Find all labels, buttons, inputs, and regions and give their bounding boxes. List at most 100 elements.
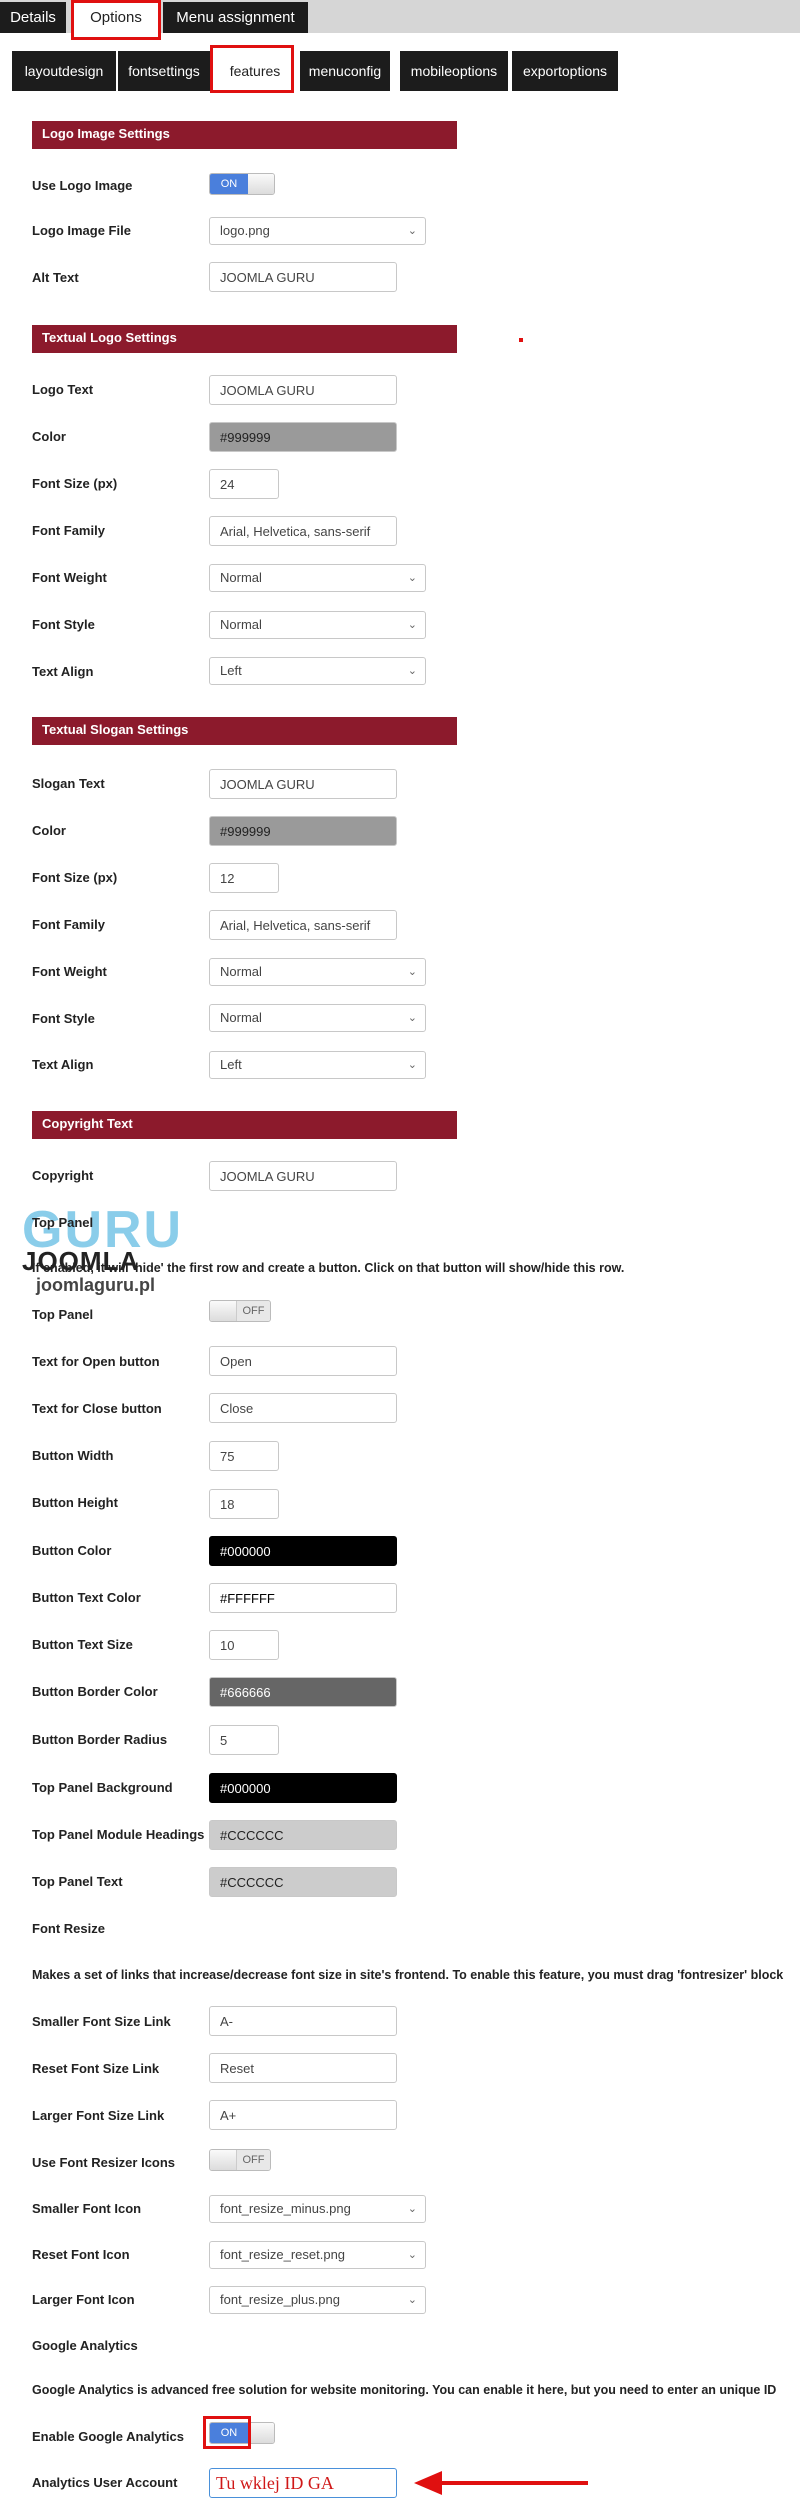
slogan-text-align-label: Text Align	[32, 1057, 94, 1072]
button-text-size-input[interactable]	[209, 1630, 279, 1660]
tab-options[interactable]: Options	[71, 2, 161, 33]
button-border-color-input[interactable]	[209, 1677, 397, 1707]
enable-google-analytics-toggle[interactable]: ON	[209, 2422, 275, 2444]
logo-file-select[interactable]: logo.png ⌄	[209, 217, 426, 245]
button-border-radius-input[interactable]	[209, 1725, 279, 1755]
reset-font-link-input[interactable]	[209, 2053, 397, 2083]
logo-color-input[interactable]	[209, 422, 397, 452]
slogan-font-size-label: Font Size (px)	[32, 870, 118, 885]
font-resizer-icons-label: Use Font Resizer Icons	[32, 2155, 176, 2170]
chevron-down-icon: ⌄	[407, 225, 417, 237]
button-color-label: Button Color	[32, 1543, 112, 1558]
slogan-font-weight-value: Normal	[220, 964, 262, 979]
toggle-off-state: OFF	[236, 1301, 270, 1321]
subtab-exportoptions[interactable]: exportoptions	[512, 51, 618, 91]
close-button-text-input[interactable]	[209, 1393, 397, 1423]
logo-font-size-input[interactable]	[209, 469, 279, 499]
button-border-radius-label: Button Border Radius	[32, 1732, 168, 1747]
logo-font-weight-select[interactable]: Normal ⌄	[209, 564, 426, 592]
logo-text-align-label: Text Align	[32, 664, 94, 679]
smaller-font-icon-value: font_resize_minus.png	[220, 2201, 351, 2216]
tab-menu-assignment[interactable]: Menu assignment	[163, 2, 308, 33]
reset-font-icon-select[interactable]: font_resize_reset.png ⌄	[209, 2241, 426, 2269]
larger-font-icon-value: font_resize_plus.png	[220, 2292, 340, 2307]
logo-text-align-select[interactable]: Left ⌄	[209, 657, 426, 685]
button-text-color-input[interactable]	[209, 1583, 397, 1613]
top-panel-background-input[interactable]	[209, 1773, 397, 1803]
logo-font-family-label: Font Family	[32, 523, 105, 538]
analytics-account-input[interactable]: Tu wklej ID GA	[209, 2468, 397, 2498]
slogan-font-family-input[interactable]	[209, 910, 397, 940]
logo-color-label: Color	[32, 429, 66, 444]
subtab-fontsettings[interactable]: fontsettings	[118, 51, 210, 91]
tab-details[interactable]: Details	[0, 2, 66, 33]
toggle-knob	[210, 1301, 238, 1321]
toggle-on-state: ON	[210, 174, 248, 194]
alt-text-input[interactable]	[209, 262, 397, 292]
smaller-font-link-label: Smaller Font Size Link	[32, 2014, 171, 2029]
larger-font-icon-select[interactable]: font_resize_plus.png ⌄	[209, 2286, 426, 2314]
subtab-layoutdesign[interactable]: layoutdesign	[12, 51, 116, 91]
logo-file-value: logo.png	[220, 223, 270, 238]
top-panel-toggle-label: Top Panel	[32, 1307, 94, 1322]
logo-font-style-label: Font Style	[32, 617, 95, 632]
button-color-input[interactable]	[209, 1536, 397, 1566]
toggle-knob	[248, 2423, 274, 2443]
slogan-text-align-value: Left	[220, 1057, 242, 1072]
top-panel-toggle[interactable]: OFF	[209, 1300, 271, 1322]
slogan-font-weight-select[interactable]: Normal ⌄	[209, 958, 426, 986]
smaller-font-link-input[interactable]	[209, 2006, 397, 2036]
chevron-down-icon: ⌄	[407, 665, 417, 677]
logo-font-family-input[interactable]	[209, 516, 397, 546]
logo-text-align-value: Left	[220, 663, 242, 678]
slogan-color-input[interactable]	[209, 816, 397, 846]
button-height-input[interactable]	[209, 1489, 279, 1519]
font-resize-heading: Font Resize	[32, 1921, 105, 1936]
slogan-color-label: Color	[32, 823, 66, 838]
logo-font-weight-label: Font Weight	[32, 570, 107, 585]
section-textual-slogan: Textual Slogan Settings	[32, 717, 457, 745]
subtab-mobileoptions[interactable]: mobileoptions	[400, 51, 508, 91]
toggle-on-state: ON	[210, 2423, 248, 2443]
larger-font-link-input[interactable]	[209, 2100, 397, 2130]
slogan-font-style-label: Font Style	[32, 1011, 95, 1026]
slogan-text-input[interactable]	[209, 769, 397, 799]
slogan-font-weight-label: Font Weight	[32, 964, 107, 979]
open-button-text-label: Text for Open button	[32, 1354, 160, 1369]
slogan-font-size-input[interactable]	[209, 863, 279, 893]
copyright-label: Copyright	[32, 1168, 94, 1183]
chevron-down-icon: ⌄	[407, 572, 417, 584]
toggle-knob	[248, 174, 274, 194]
subtab-features[interactable]: features	[212, 51, 298, 91]
smaller-font-icon-select[interactable]: font_resize_minus.png ⌄	[209, 2195, 426, 2223]
watermark-url: joomlaguru.pl	[36, 1275, 155, 1295]
logo-font-style-select[interactable]: Normal ⌄	[209, 611, 426, 639]
use-logo-toggle[interactable]: ON	[209, 173, 275, 195]
google-analytics-heading: Google Analytics	[32, 2338, 138, 2353]
open-button-text-input[interactable]	[209, 1346, 397, 1376]
slogan-text-align-select[interactable]: Left ⌄	[209, 1051, 426, 1079]
chevron-down-icon: ⌄	[407, 1059, 417, 1071]
logo-text-label: Logo Text	[32, 382, 94, 397]
top-panel-module-headings-input[interactable]	[209, 1820, 397, 1850]
top-panel-module-headings-label: Top Panel Module Headings	[32, 1827, 205, 1842]
chevron-down-icon: ⌄	[407, 2294, 417, 2306]
slogan-font-style-value: Normal	[220, 1010, 262, 1025]
copyright-input[interactable]	[209, 1161, 397, 1191]
slogan-font-family-label: Font Family	[32, 917, 105, 932]
font-resize-description: Makes a set of links that increase/decre…	[32, 1968, 784, 1982]
logo-font-size-label: Font Size (px)	[32, 476, 118, 491]
subtab-menuconfig[interactable]: menuconfig	[300, 51, 390, 91]
font-resizer-icons-toggle[interactable]: OFF	[209, 2149, 271, 2171]
slogan-font-style-select[interactable]: Normal ⌄	[209, 1004, 426, 1032]
chevron-down-icon: ⌄	[407, 2249, 417, 2261]
top-panel-text-input[interactable]	[209, 1867, 397, 1897]
reset-font-icon-value: font_resize_reset.png	[220, 2247, 346, 2262]
button-width-input[interactable]	[209, 1441, 279, 1471]
top-panel-text-label: Top Panel Text	[32, 1874, 123, 1889]
google-analytics-description: Google Analytics is advanced free soluti…	[32, 2383, 777, 2397]
analytics-account-label: Analytics User Account	[32, 2475, 178, 2490]
chevron-down-icon: ⌄	[407, 1012, 417, 1024]
logo-text-input[interactable]	[209, 375, 397, 405]
top-panel-description: If enabled, it will 'hide' the first row…	[32, 1261, 625, 1275]
